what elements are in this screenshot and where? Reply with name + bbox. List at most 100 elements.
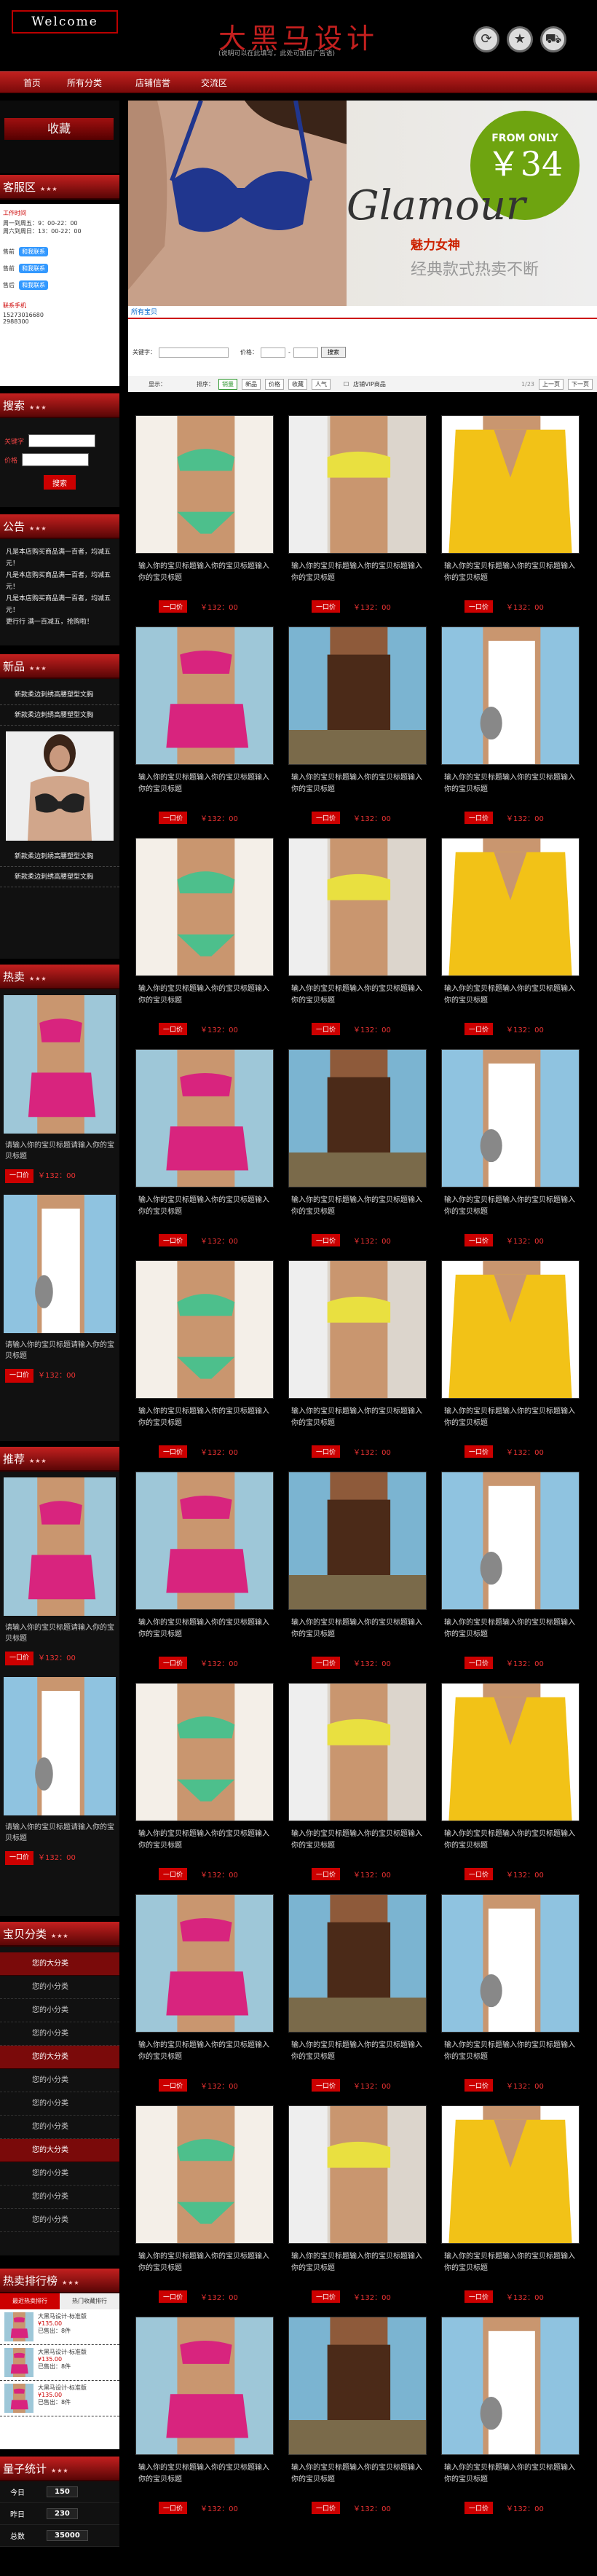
product-title[interactable]: 输入你的宝贝标题输入你的宝贝标题输入你的宝贝标题: [138, 2462, 272, 2486]
buy-button[interactable]: 一口价: [159, 1234, 188, 1246]
qq-contact-button[interactable]: 和我联系: [19, 247, 48, 256]
product-title[interactable]: 输入你的宝贝标题输入你的宝贝标题输入你的宝贝标题: [444, 983, 578, 1007]
product-image[interactable]: [441, 1049, 580, 1187]
prev-page-button[interactable]: 上一页: [539, 378, 564, 390]
ranking-item[interactable]: 大黑马设计-标准版 ¥135.00 已售出：8件: [0, 2345, 119, 2381]
product-title[interactable]: 输入你的宝贝标题输入你的宝贝标题输入你的宝贝标题: [291, 1195, 425, 1218]
buy-button[interactable]: 一口价: [312, 1023, 341, 1035]
product-title[interactable]: 输入你的宝贝标题输入你的宝贝标题输入你的宝贝标题: [138, 1617, 272, 1641]
product-card[interactable]: 输入你的宝贝标题输入你的宝贝标题输入你的宝贝标题 一口价 ￥132：00: [281, 830, 427, 1042]
product-title[interactable]: 输入你的宝贝标题输入你的宝贝标题输入你的宝贝标题: [444, 1195, 578, 1218]
qq-contact-button[interactable]: 和我联系: [19, 280, 48, 290]
product-title[interactable]: 输入你的宝贝标题输入你的宝贝标题输入你的宝贝标题: [444, 2251, 578, 2274]
product-image[interactable]: [135, 1472, 274, 1610]
product-card[interactable]: 输入你的宝贝标题输入你的宝贝标题输入你的宝贝标题 一口价 ￥132：00: [128, 2309, 274, 2521]
buy-button[interactable]: 一口价: [312, 1234, 341, 1246]
product-image[interactable]: [441, 415, 580, 554]
product-title[interactable]: 输入你的宝贝标题输入你的宝贝标题输入你的宝贝标题: [291, 2040, 425, 2063]
product-title[interactable]: 输入你的宝贝标题输入你的宝贝标题输入你的宝贝标题: [138, 1195, 272, 1218]
new-item-link[interactable]: 新款柔边刺绣高腰塑型文胸: [0, 705, 119, 726]
product-image[interactable]: [135, 1049, 274, 1187]
product-card[interactable]: 输入你的宝贝标题输入你的宝贝标题输入你的宝贝标题 一口价 ￥132：00: [281, 619, 427, 830]
product-image[interactable]: [135, 415, 274, 554]
category-main[interactable]: 您的大分类: [0, 1952, 119, 1976]
buy-button[interactable]: 一口价: [159, 812, 188, 824]
sort-sales[interactable]: 销量: [218, 378, 237, 390]
ranking-item[interactable]: 大黑马设计-标准版 ¥135.00 已售出：8件: [0, 2381, 119, 2416]
product-image[interactable]: [135, 2317, 274, 2455]
new-item-link[interactable]: 新款柔边刺绣高腰塑型文胸: [0, 847, 119, 867]
buy-button[interactable]: 一口价: [159, 1868, 188, 1880]
product-image[interactable]: [135, 627, 274, 765]
product-card[interactable]: 输入你的宝贝标题输入你的宝贝标题输入你的宝贝标题 一口价 ￥132：00: [128, 2098, 274, 2309]
product-image[interactable]: [288, 415, 427, 554]
new-item-link[interactable]: 新款柔边刺绣高腰塑型文胸: [0, 685, 119, 705]
category-main[interactable]: 您的大分类: [0, 2046, 119, 2069]
filter-price-min[interactable]: [261, 347, 285, 358]
product-image[interactable]: [441, 1472, 580, 1610]
product-card[interactable]: 输入你的宝贝标题输入你的宝贝标题输入你的宝贝标题 一口价 ￥132：00: [128, 619, 274, 830]
product-image[interactable]: [441, 1894, 580, 2033]
buy-button[interactable]: 一口价: [312, 1657, 341, 1669]
category-sub[interactable]: 您的小分类: [0, 2116, 119, 2139]
buy-button[interactable]: 一口价: [5, 1169, 34, 1183]
product-image[interactable]: [288, 1683, 427, 1821]
product-card[interactable]: 输入你的宝贝标题输入你的宝贝标题输入你的宝贝标题 一口价 ￥132：00: [434, 2098, 580, 2309]
product-title[interactable]: 输入你的宝贝标题输入你的宝贝标题输入你的宝贝标题: [138, 772, 272, 796]
sort-popularity[interactable]: 人气: [312, 378, 331, 390]
buy-button[interactable]: 一口价: [464, 1445, 494, 1458]
refresh-icon[interactable]: ⟳: [473, 26, 499, 52]
category-sub[interactable]: 您的小分类: [0, 2209, 119, 2232]
filter-search-button[interactable]: 搜索: [320, 347, 346, 358]
tab-hot-collect[interactable]: 热门收藏排行: [60, 2293, 119, 2309]
recommend-product[interactable]: 请输入你的宝贝标题请输入你的宝贝标题 一口价 ￥132：00: [4, 1677, 116, 1869]
product-title[interactable]: 输入你的宝贝标题输入你的宝贝标题输入你的宝贝标题: [444, 2462, 578, 2486]
buy-button[interactable]: 一口价: [464, 1023, 494, 1035]
product-card[interactable]: 输入你的宝贝标题输入你的宝贝标题输入你的宝贝标题 一口价 ￥132：00: [434, 830, 580, 1042]
buy-button[interactable]: 一口价: [312, 600, 341, 613]
category-sub[interactable]: 您的小分类: [0, 2022, 119, 2046]
product-image[interactable]: [288, 1049, 427, 1187]
nav-home[interactable]: 首页: [23, 72, 41, 94]
product-image[interactable]: [288, 2105, 427, 2244]
promo-banner[interactable]: FROM ONLY ￥34 Glamour 魅力女神 经典款式热卖不断: [128, 101, 597, 306]
buy-button[interactable]: 一口价: [159, 1445, 188, 1458]
new-item-link[interactable]: 新款柔边刺绣高腰塑型文胸: [0, 867, 119, 887]
buy-button[interactable]: 一口价: [464, 2502, 494, 2514]
buy-button[interactable]: 一口价: [464, 1234, 494, 1246]
sort-new[interactable]: 新品: [242, 378, 261, 390]
buy-button[interactable]: 一口价: [159, 1657, 188, 1669]
hot-product[interactable]: 请输入你的宝贝标题请输入你的宝贝标题 一口价 ￥132：00: [4, 1195, 116, 1387]
product-title[interactable]: 输入你的宝贝标题输入你的宝贝标题输入你的宝贝标题: [291, 561, 425, 584]
buy-button[interactable]: 一口价: [159, 2079, 188, 2092]
nav-shop-credit[interactable]: 店铺信誉: [135, 72, 170, 94]
product-title[interactable]: 输入你的宝贝标题输入你的宝贝标题输入你的宝贝标题: [138, 2251, 272, 2274]
nav-all-categories[interactable]: 所有分类: [67, 72, 102, 94]
product-card[interactable]: 输入你的宝贝标题输入你的宝贝标题输入你的宝贝标题 一口价 ￥132：00: [128, 1887, 274, 2098]
product-image[interactable]: [441, 838, 580, 976]
product-title[interactable]: 输入你的宝贝标题输入你的宝贝标题输入你的宝贝标题: [444, 2040, 578, 2063]
product-card[interactable]: 输入你的宝贝标题输入你的宝贝标题输入你的宝贝标题 一口价 ￥132：00: [434, 619, 580, 830]
product-card[interactable]: 输入你的宝贝标题输入你的宝贝标题输入你的宝贝标题 一口价 ￥132：00: [281, 2098, 427, 2309]
product-card[interactable]: 输入你的宝贝标题输入你的宝贝标题输入你的宝贝标题 一口价 ￥132：00: [281, 1042, 427, 1253]
product-card[interactable]: 输入你的宝贝标题输入你的宝贝标题输入你的宝贝标题 一口价 ￥132：00: [434, 1464, 580, 1676]
category-sub[interactable]: 您的小分类: [0, 1976, 119, 1999]
next-page-button[interactable]: 下一页: [568, 378, 593, 390]
all-items-link[interactable]: 所有宝贝: [128, 309, 157, 316]
nav-forum[interactable]: 交流区: [201, 72, 227, 94]
tab-recent-hot[interactable]: 最近热卖排行: [0, 2293, 60, 2309]
product-title[interactable]: 输入你的宝贝标题输入你的宝贝标题输入你的宝贝标题: [291, 1617, 425, 1641]
buy-button[interactable]: 一口价: [159, 1023, 188, 1035]
buy-button[interactable]: 一口价: [464, 1657, 494, 1669]
ranking-item[interactable]: 大黑马设计-标准版 ¥135.00 已售出：8件: [0, 2309, 119, 2345]
buy-button[interactable]: 一口价: [159, 2290, 188, 2303]
buy-button[interactable]: 一口价: [312, 2502, 341, 2514]
product-image[interactable]: [135, 838, 274, 976]
product-title[interactable]: 输入你的宝贝标题输入你的宝贝标题输入你的宝贝标题: [291, 2251, 425, 2274]
product-card[interactable]: 输入你的宝贝标题输入你的宝贝标题输入你的宝贝标题 一口价 ￥132：00: [281, 1253, 427, 1464]
product-title[interactable]: 输入你的宝贝标题输入你的宝贝标题输入你的宝贝标题: [138, 2040, 272, 2063]
product-image[interactable]: [135, 1683, 274, 1821]
buy-button[interactable]: 一口价: [312, 2079, 341, 2092]
product-card[interactable]: 输入你的宝贝标题输入你的宝贝标题输入你的宝贝标题 一口价 ￥132：00: [128, 1464, 274, 1676]
sort-price[interactable]: 价格: [265, 378, 284, 390]
